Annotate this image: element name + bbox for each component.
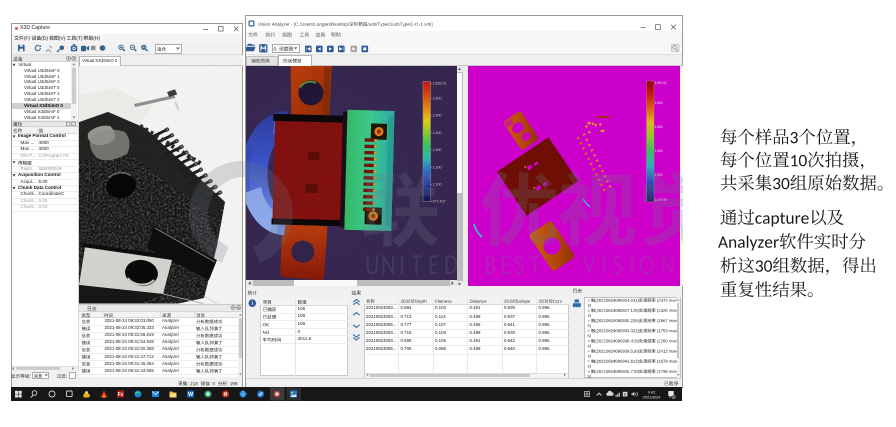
svg-text:1,300: 1,300 (432, 148, 441, 152)
svg-text:1,247.99: 1,247.99 (654, 198, 667, 202)
svg-text:1,500: 1,500 (654, 125, 662, 129)
svg-text:1,100: 1,100 (432, 182, 441, 186)
svg-text:1,692.91: 1,692.91 (432, 81, 446, 85)
svg-text:1,692.91: 1,692.91 (654, 81, 667, 85)
svg-text:1,600: 1,600 (432, 96, 441, 100)
svg-text:1,400: 1,400 (432, 130, 441, 134)
svg-text:1,300: 1,300 (654, 173, 662, 177)
svg-text:1,400: 1,400 (654, 149, 662, 153)
svg-text:1,500: 1,500 (432, 113, 441, 117)
svg-text:1,200: 1,200 (432, 165, 441, 169)
svg-text:977.437: 977.437 (432, 199, 445, 203)
svg-text:1,600: 1,600 (654, 101, 662, 105)
